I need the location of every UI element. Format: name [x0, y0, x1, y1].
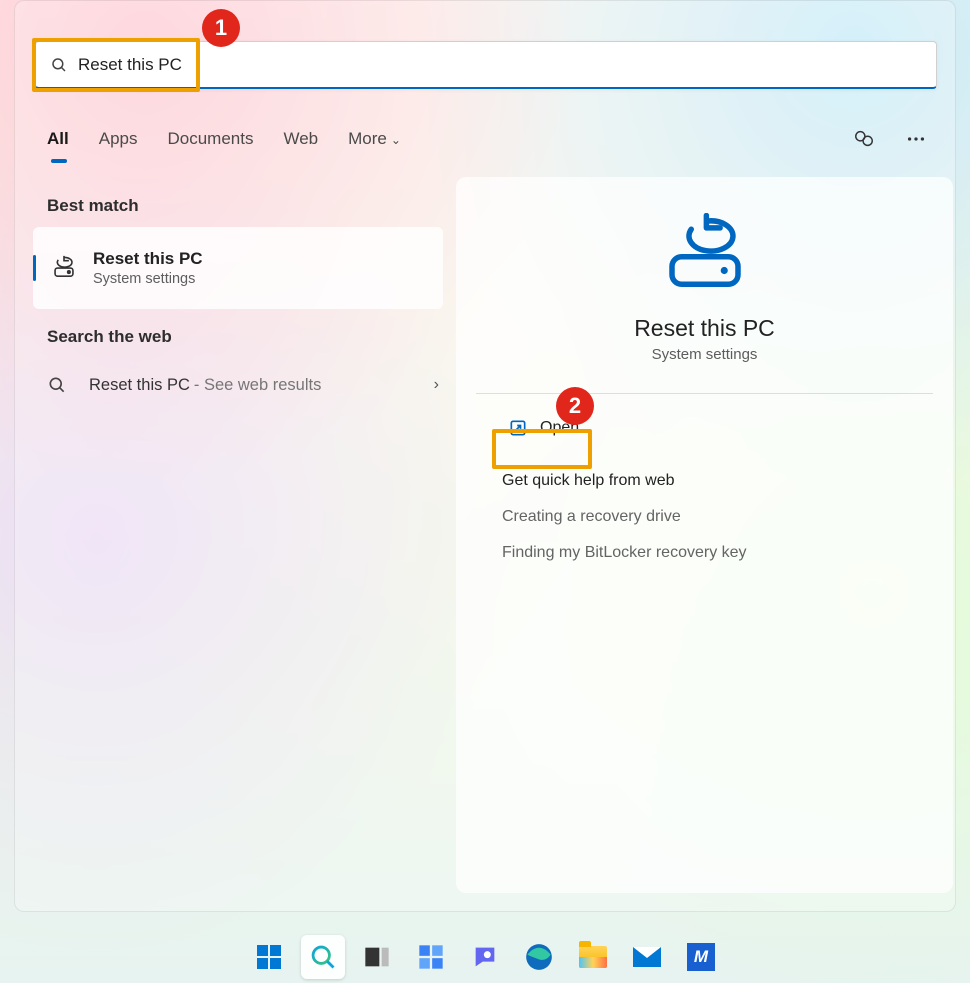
divider: [476, 393, 933, 394]
folder-icon: [579, 946, 607, 968]
detail-pane: Reset this PC System settings Open Get q…: [456, 177, 953, 893]
chevron-right-icon: ›: [434, 376, 439, 394]
search-icon: [50, 56, 68, 74]
best-match-result[interactable]: Reset this PC System settings: [33, 227, 443, 309]
quick-help-header: Get quick help from web: [502, 472, 953, 490]
mail-icon: [633, 947, 661, 967]
detail-title: Reset this PC: [456, 315, 953, 342]
taskbar-taskview-button[interactable]: [355, 935, 399, 979]
taskbar-start-button[interactable]: [247, 935, 291, 979]
annotation-callout-2: 2: [556, 387, 594, 425]
result-subtitle: System settings: [93, 271, 203, 287]
taskview-icon: [363, 943, 391, 971]
taskbar-chat-button[interactable]: [463, 935, 507, 979]
web-result-label: Reset this PC: [89, 376, 190, 395]
search-box[interactable]: [35, 41, 937, 89]
taskbar-explorer-button[interactable]: [571, 935, 615, 979]
tab-more[interactable]: More⌄: [348, 125, 401, 153]
search-web-header: Search the web: [47, 327, 172, 347]
chat-icon[interactable]: [853, 128, 875, 150]
web-result-suffix: - See web results: [194, 376, 321, 395]
app-icon: M: [687, 943, 715, 971]
tab-web[interactable]: Web: [283, 125, 318, 153]
help-link-recovery-drive[interactable]: Creating a recovery drive: [502, 508, 953, 526]
search-input[interactable]: [78, 55, 922, 75]
search-icon: [47, 375, 67, 395]
taskbar: M: [0, 931, 970, 983]
taskbar-mail-button[interactable]: [625, 935, 669, 979]
tab-all[interactable]: All: [47, 125, 69, 153]
help-link-bitlocker-key[interactable]: Finding my BitLocker recovery key: [502, 544, 953, 562]
tab-apps[interactable]: Apps: [99, 125, 138, 153]
open-external-icon: [508, 418, 528, 438]
windows-logo-icon: [257, 945, 281, 969]
chevron-down-icon: ⌄: [391, 133, 401, 147]
taskbar-app-button[interactable]: M: [679, 935, 723, 979]
edge-icon: [525, 943, 553, 971]
taskbar-widgets-button[interactable]: [409, 935, 453, 979]
chat-bubble-icon: [471, 943, 499, 971]
filter-tabs: All Apps Documents Web More⌄: [47, 119, 927, 159]
search-icon: [309, 943, 337, 971]
annotation-callout-1: 1: [202, 9, 240, 47]
more-options-icon[interactable]: [905, 128, 927, 150]
web-result[interactable]: Reset this PC - See web results ›: [47, 365, 439, 405]
taskbar-edge-button[interactable]: [517, 935, 561, 979]
reset-pc-large-icon: [661, 213, 749, 295]
reset-pc-icon: [51, 255, 77, 281]
tab-documents[interactable]: Documents: [167, 125, 253, 153]
taskbar-search-button[interactable]: [301, 935, 345, 979]
search-panel: 1 All Apps Documents Web More⌄ Best matc…: [14, 0, 956, 912]
result-title: Reset this PC: [93, 249, 203, 269]
widgets-icon: [417, 943, 445, 971]
detail-subtitle: System settings: [456, 346, 953, 363]
best-match-header: Best match: [47, 196, 139, 216]
